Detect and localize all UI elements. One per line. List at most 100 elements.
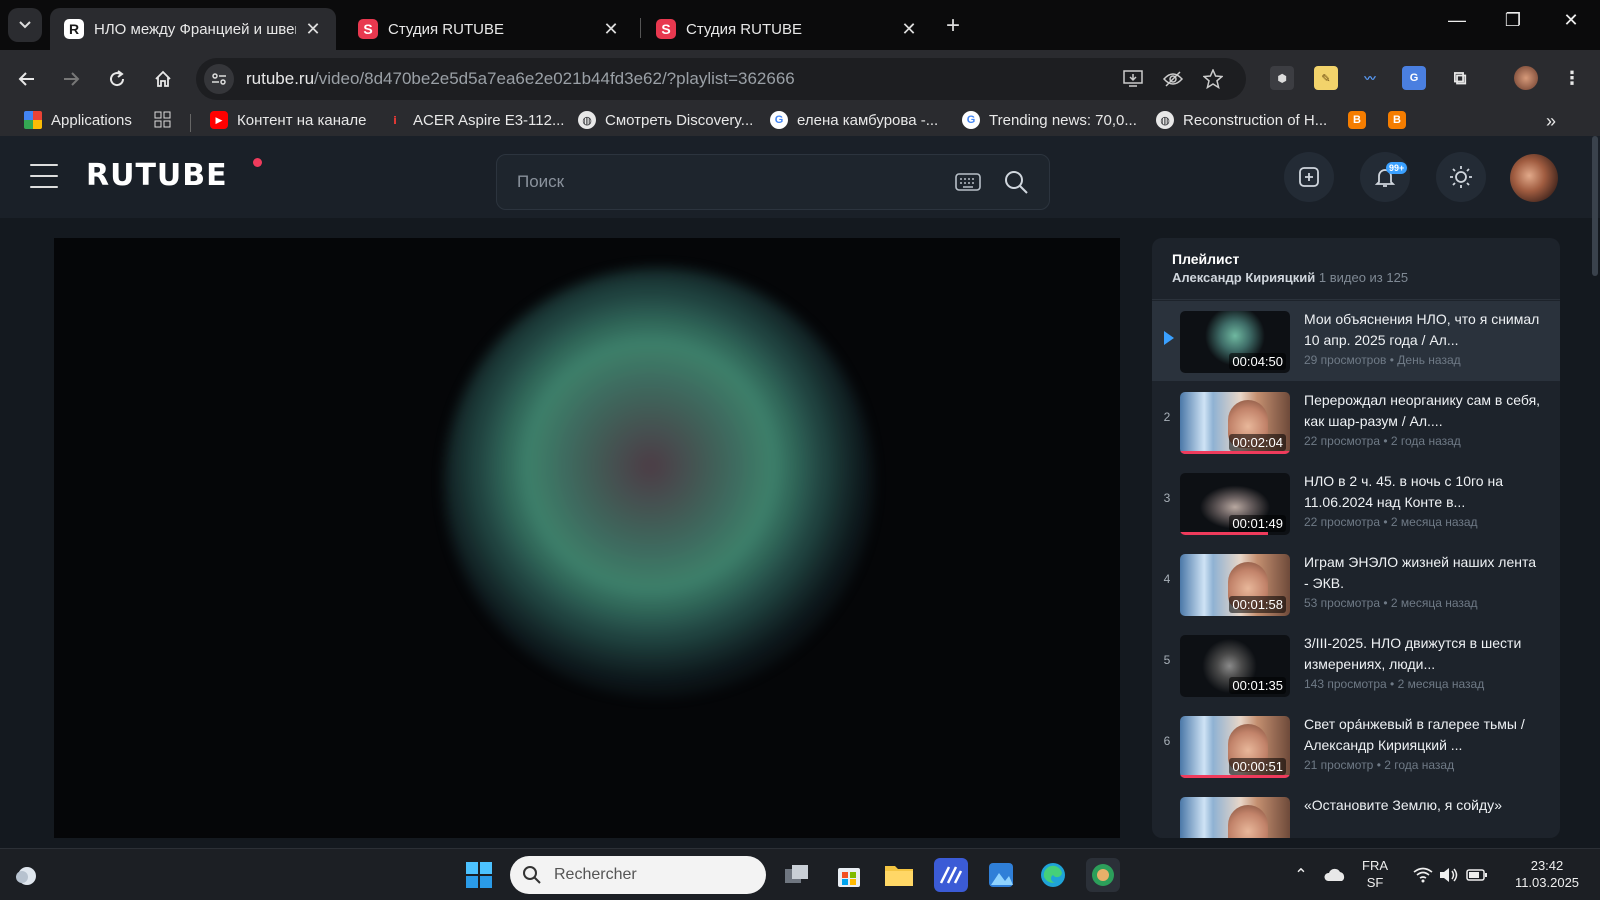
notifications-button[interactable]: 99+: [1360, 152, 1410, 202]
video-title[interactable]: Свет ора́нжевый в галерее тьмы / Алексан…: [1304, 714, 1544, 756]
tab-ufo-video[interactable]: R НЛО между Францией и швей ✕: [50, 8, 336, 50]
close-tab-icon[interactable]: ✕: [602, 19, 620, 40]
menu-hamburger-icon[interactable]: [30, 164, 58, 188]
close-tab-icon[interactable]: ✕: [304, 19, 322, 40]
browser-toolbar: rutube.ru/video/8d470be2e5d5a7ea6e2e021b…: [0, 50, 1600, 108]
extensions-puzzle-icon[interactable]: ⧉: [1448, 66, 1472, 90]
bookmarks-overflow-button[interactable]: »: [1546, 111, 1556, 132]
bookmark-trending[interactable]: G Trending news: 70,0...: [962, 111, 1137, 129]
bookmark-grid[interactable]: [154, 111, 172, 129]
bookmark-discovery[interactable]: ◍ Смотреть Discovery...: [578, 111, 753, 129]
playlist-item-text: Мои объяснения НЛО, что я снимал 10 апр.…: [1304, 309, 1544, 367]
globe-icon: ◍: [1156, 111, 1174, 129]
forward-button[interactable]: [56, 64, 86, 94]
active-browser-icon[interactable]: [1086, 858, 1120, 892]
video-title[interactable]: НЛО в 2 ч. 45. в ночь с 10го на 11.06.20…: [1304, 471, 1544, 513]
upload-button[interactable]: [1284, 152, 1334, 202]
playlist-item[interactable]: 4 00:01:58 Играм ЭНЭЛО жизней наших лента …: [1152, 544, 1560, 624]
back-button[interactable]: [12, 64, 42, 94]
restore-button[interactable]: ❐: [1498, 10, 1528, 31]
playlist-item[interactable]: 00:04:50 Мои объяснения НЛО, что я снимал…: [1152, 301, 1560, 381]
clock[interactable]: 23:42 11.03.2025: [1506, 857, 1588, 891]
video-thumbnail[interactable]: 00:00:51: [1180, 716, 1290, 778]
bookmark-star-icon[interactable]: [1202, 68, 1224, 90]
home-button[interactable]: [148, 64, 178, 94]
bookmark-blogger-2[interactable]: B: [1388, 111, 1415, 129]
video-title[interactable]: 3/III-2025. НЛО движутся в шести измерен…: [1304, 633, 1544, 675]
file-explorer-icon[interactable]: [882, 858, 916, 892]
rutube-logo[interactable]: RUTUBE: [86, 158, 228, 193]
google-icon: G: [770, 111, 788, 129]
video-thumbnail[interactable]: 00:02:04: [1180, 392, 1290, 454]
keyboard-icon[interactable]: [955, 170, 981, 194]
menu-kebab-icon[interactable]: ⋮: [1560, 66, 1584, 90]
tab-studio-rutube-1[interactable]: S Студия RUTUBE ✕: [344, 8, 634, 50]
video-title[interactable]: Перерождал неорганику сам в себя, как ша…: [1304, 390, 1544, 432]
tab-search-button[interactable]: [8, 8, 42, 42]
new-tab-button[interactable]: +: [946, 12, 960, 40]
playlist-item[interactable]: 3 00:01:49 НЛО в 2 ч. 45. в ночь с 10го на…: [1152, 463, 1560, 543]
search-box[interactable]: Поиск: [496, 154, 1050, 210]
studio-favicon-icon: S: [656, 19, 676, 39]
globe-icon: ◍: [578, 111, 596, 129]
editor-app-icon[interactable]: [934, 858, 968, 892]
address-bar[interactable]: rutube.ru/video/8d470be2e5d5a7ea6e2e021b…: [196, 58, 1246, 100]
browser-tab-bar: R НЛО между Францией и швей ✕ S Студия R…: [0, 0, 1600, 50]
video-thumbnail[interactable]: 00:04:50: [1180, 311, 1290, 373]
video-thumbnail[interactable]: 00:01:35: [1180, 635, 1290, 697]
video-title[interactable]: Играм ЭНЭЛО жизней наших лента - ЭКВ.: [1304, 552, 1544, 594]
site-info-icon[interactable]: [204, 64, 234, 94]
install-app-icon[interactable]: [1122, 68, 1144, 90]
extension-wave-icon[interactable]: 〰: [1358, 66, 1382, 90]
profile-avatar-icon[interactable]: [1514, 66, 1538, 90]
playlist-item[interactable]: 5 00:01:35 3/III-2025. НЛО движутся в шест…: [1152, 625, 1560, 705]
start-button[interactable]: [462, 858, 496, 892]
extension-cube-icon[interactable]: ⬢: [1270, 66, 1294, 90]
playlist-item-text: НЛО в 2 ч. 45. в ночь с 10го на 11.06.20…: [1304, 471, 1544, 529]
user-avatar[interactable]: [1510, 154, 1558, 202]
taskbar-search[interactable]: Rechercher: [510, 856, 766, 894]
playlist-item[interactable]: 2 00:02:04 Перерождал неорганику сам в себ…: [1152, 382, 1560, 462]
bookmark-youtube-content[interactable]: ▶ Контент на канале: [210, 111, 366, 129]
tracking-protection-icon[interactable]: [1162, 68, 1184, 90]
extension-note-icon[interactable]: ✎: [1314, 66, 1338, 90]
minimize-button[interactable]: —: [1442, 10, 1472, 31]
playlist-author[interactable]: Александр Кирияцкий: [1172, 270, 1315, 285]
photos-app-icon[interactable]: [984, 858, 1018, 892]
video-meta: 22 просмотра • 2 месяца назад: [1304, 515, 1478, 529]
tab-studio-rutube-2[interactable]: S Студия RUTUBE ✕: [642, 8, 932, 50]
page-scrollbar[interactable]: [1592, 136, 1598, 276]
video-thumbnail[interactable]: 00:01:49: [1180, 473, 1290, 535]
bookmark-blogger-1[interactable]: B: [1348, 111, 1375, 129]
playlist-item[interactable]: 6 00:00:51 Свет ора́нжевый в галерее тьмы …: [1152, 706, 1560, 786]
video-title[interactable]: Мои объяснения НЛО, что я снимал 10 апр.…: [1304, 309, 1544, 351]
video-thumbnail[interactable]: [1180, 797, 1290, 838]
weather-widget-icon[interactable]: [10, 858, 44, 892]
search-icon[interactable]: [1003, 169, 1029, 195]
store-icon[interactable]: [832, 858, 866, 892]
close-window-button[interactable]: ✕: [1556, 10, 1586, 31]
edge-browser-icon[interactable]: [1036, 858, 1070, 892]
video-player[interactable]: [54, 238, 1120, 838]
bookmark-applications[interactable]: Applications: [24, 111, 132, 129]
google-translate-icon[interactable]: G: [1402, 66, 1426, 90]
arrow-left-icon: [18, 72, 34, 86]
video-title[interactable]: «Остановите Землю, я сойду»: [1304, 795, 1544, 837]
search-input[interactable]: Поиск: [517, 172, 564, 192]
playlist-item[interactable]: «Остановите Землю, я сойду»: [1152, 787, 1560, 838]
bookmark-acer[interactable]: ⅰ ACER Aspire E3-112...: [386, 111, 564, 129]
playlist-item-text: Свет ора́нжевый в галерее тьмы / Алексан…: [1304, 714, 1544, 772]
bookmark-kamburova[interactable]: G елена камбурова -...: [770, 111, 938, 129]
video-thumbnail[interactable]: 00:01:58: [1180, 554, 1290, 616]
tray-chevron-up-icon[interactable]: ⌃: [1284, 858, 1318, 892]
bookmark-reconstruction[interactable]: ◍ Reconstruction of H...: [1156, 111, 1327, 129]
keyboard-language[interactable]: FRA SF: [1362, 857, 1388, 891]
theme-toggle-button[interactable]: [1436, 152, 1486, 202]
playlist-item-text: Играм ЭНЭЛО жизней наших лента - ЭКВ. 53 …: [1304, 552, 1544, 610]
video-frame-ufo: [444, 268, 874, 698]
reload-button[interactable]: [102, 64, 132, 94]
battery-icon[interactable]: [1460, 858, 1494, 892]
close-tab-icon[interactable]: ✕: [900, 19, 918, 40]
onedrive-icon[interactable]: [1318, 858, 1352, 892]
task-view-icon[interactable]: [780, 858, 814, 892]
